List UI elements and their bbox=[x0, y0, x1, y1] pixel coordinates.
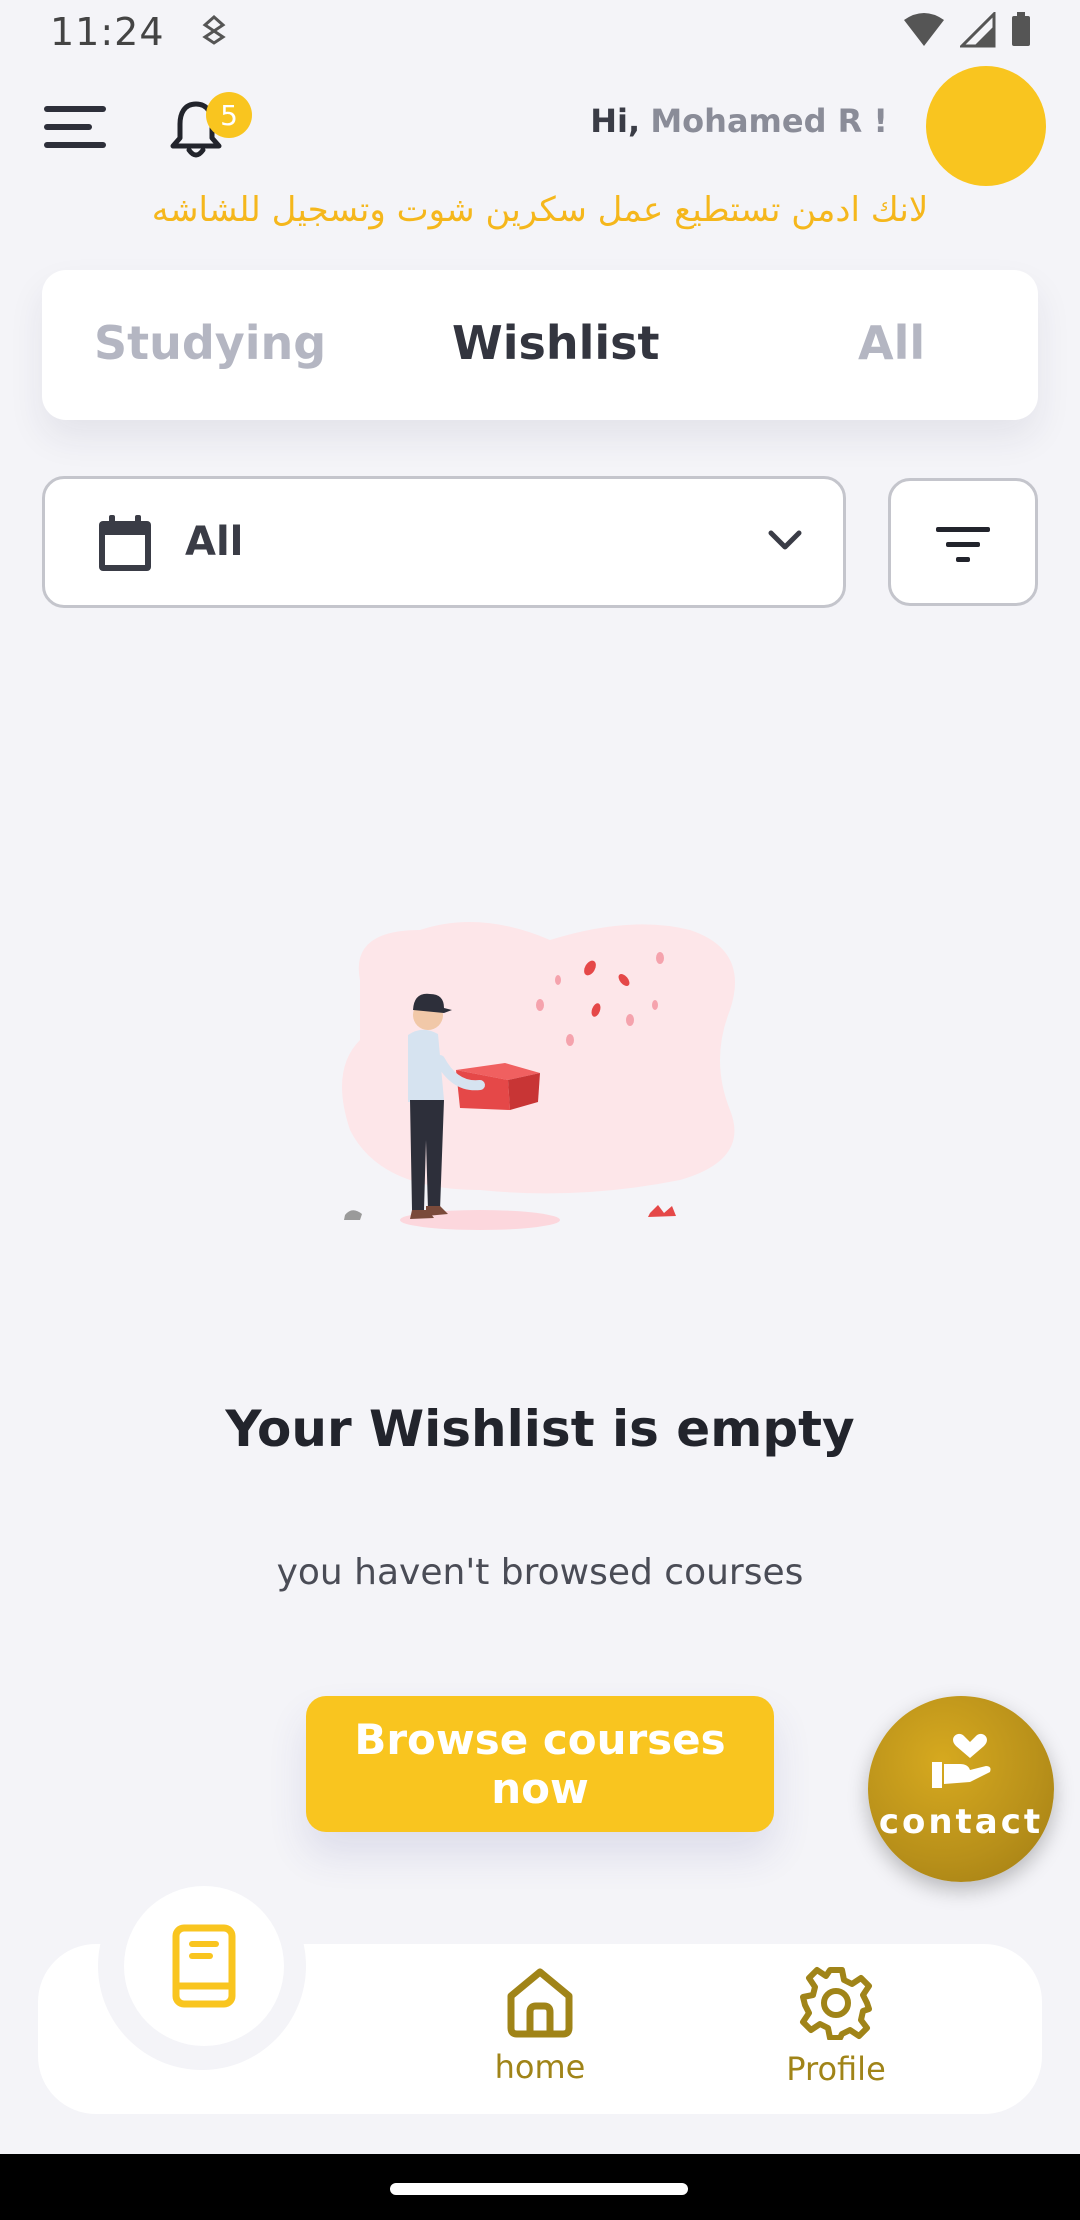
app-header: 5 Hi, Mohamed R ! bbox=[0, 64, 1080, 194]
avatar[interactable] bbox=[926, 66, 1046, 186]
nav-item-profile[interactable]: Profile bbox=[756, 1966, 916, 2088]
date-filter-select[interactable]: All bbox=[42, 476, 846, 608]
calendar-icon bbox=[99, 515, 151, 571]
date-filter-value: All bbox=[185, 519, 244, 565]
course-tabs: Studying Wishlist All bbox=[42, 270, 1038, 420]
gear-icon bbox=[800, 1967, 872, 2041]
status-bar: 11:24 bbox=[0, 0, 1080, 64]
home-gesture-handle[interactable] bbox=[390, 2183, 688, 2195]
admin-notice: لانك ادمن تستطيع عمل سكرين شوت وتسجيل لل… bbox=[151, 190, 929, 230]
greeting-hi: Hi, bbox=[590, 102, 641, 140]
contact-label: contact bbox=[878, 1802, 1044, 1842]
empty-state-subtitle: you haven't browsed courses bbox=[276, 1552, 804, 1593]
tab-all[interactable]: All bbox=[858, 316, 925, 370]
menu-icon bbox=[44, 106, 106, 112]
nav-profile-label: Profile bbox=[786, 2050, 886, 2088]
battery-icon bbox=[1010, 12, 1032, 52]
menu-button[interactable] bbox=[44, 102, 106, 154]
empty-state-title: Your Wishlist is empty bbox=[225, 1400, 855, 1458]
contact-button[interactable]: contact bbox=[868, 1696, 1054, 1882]
nav-item-my-courses[interactable] bbox=[124, 1886, 284, 2046]
book-icon bbox=[172, 1924, 236, 2008]
filter-button[interactable] bbox=[888, 478, 1038, 606]
hand-heart-icon bbox=[932, 1733, 991, 1788]
filter-icon bbox=[936, 527, 990, 562]
home-icon bbox=[507, 1968, 573, 2038]
signal-icon bbox=[958, 10, 996, 52]
user-name: Mohamed R ! bbox=[650, 102, 888, 140]
status-time: 11:24 bbox=[50, 10, 165, 54]
tab-studying[interactable]: Studying bbox=[94, 316, 326, 370]
nfc-icon bbox=[201, 14, 227, 49]
nav-item-home[interactable]: home bbox=[460, 1966, 620, 2086]
notification-badge: 5 bbox=[206, 92, 252, 138]
greeting: Hi, Mohamed R ! bbox=[590, 102, 888, 140]
nav-home-label: home bbox=[494, 2048, 586, 2086]
empty-wishlist-illustration bbox=[342, 922, 735, 1230]
wifi-icon bbox=[902, 12, 946, 52]
tab-wishlist[interactable]: Wishlist bbox=[452, 316, 660, 370]
chevron-down-icon bbox=[768, 530, 802, 550]
browse-courses-button[interactable]: Browse courses now bbox=[306, 1696, 774, 1832]
